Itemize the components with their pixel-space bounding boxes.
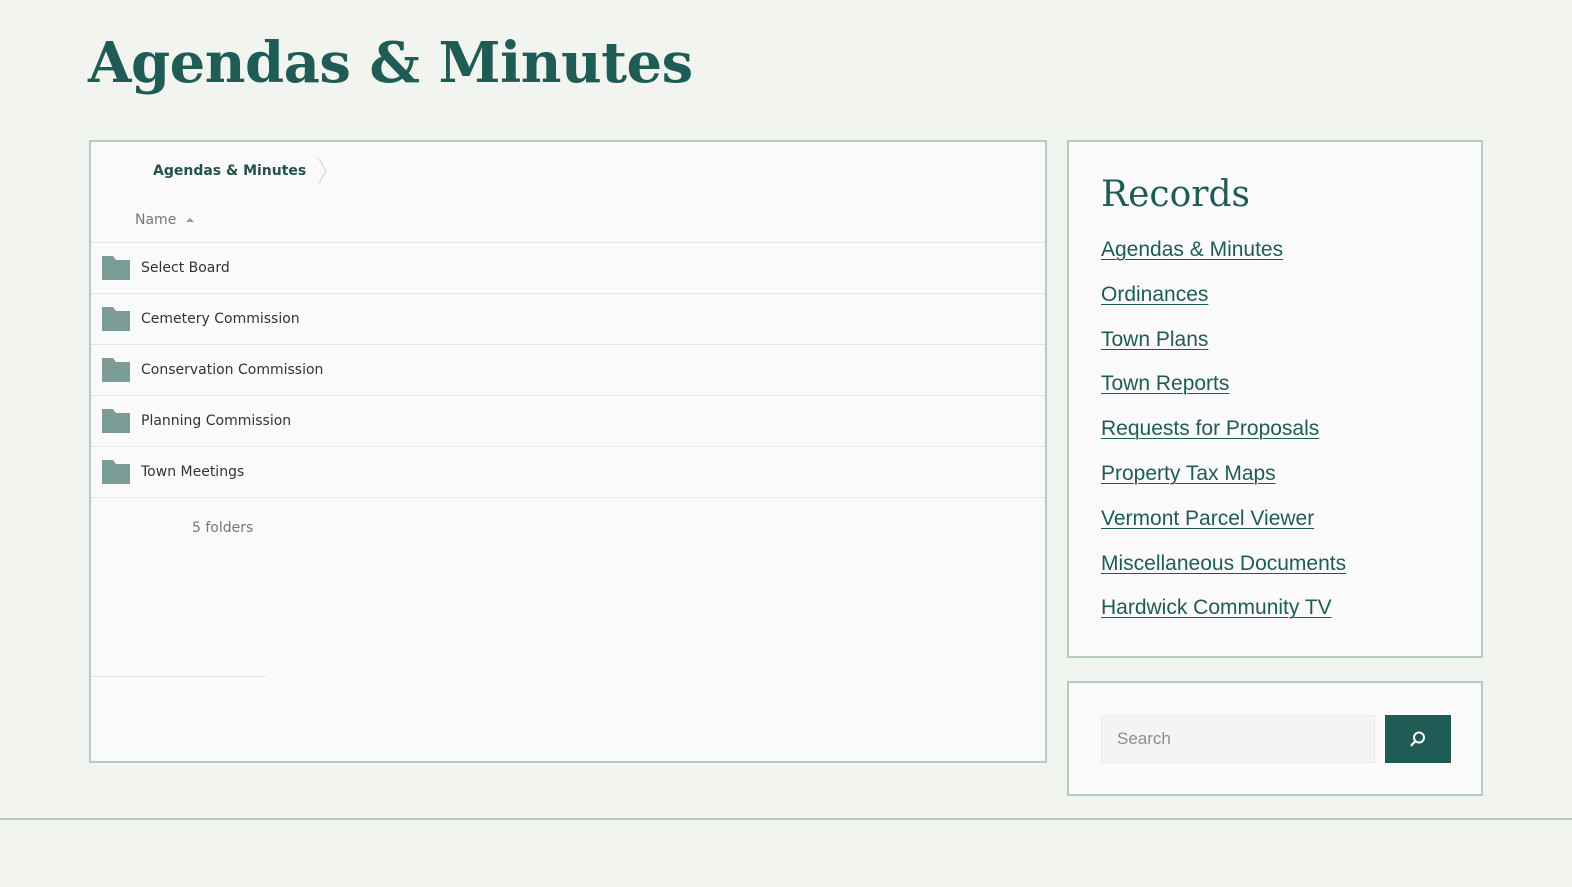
folder-name: Town Meetings xyxy=(141,464,245,480)
folder-count: 5 folders xyxy=(192,520,254,536)
folder-icon xyxy=(102,358,130,382)
folder-row-cemetery-commission[interactable]: Cemetery Commission xyxy=(91,293,1045,344)
records-link-town-reports[interactable]: Town Reports xyxy=(1101,372,1229,395)
records-link-hardwick-community-tv[interactable]: Hardwick Community TV xyxy=(1101,596,1332,619)
folder-name: Select Board xyxy=(141,260,230,276)
folder-row-planning-commission[interactable]: Planning Commission xyxy=(91,395,1045,446)
records-list-item: Town Plans xyxy=(1101,326,1346,371)
divider xyxy=(91,676,266,677)
records-link-vermont-parcel-viewer[interactable]: Vermont Parcel Viewer xyxy=(1101,507,1314,530)
records-list-item: Town Reports xyxy=(1101,370,1346,415)
breadcrumb: Agendas & Minutes xyxy=(153,158,328,184)
footer-divider xyxy=(0,818,1572,820)
folder-icon xyxy=(102,256,130,280)
folder-icon xyxy=(102,409,130,433)
records-link-list: Agendas & Minutes Ordinances Town Plans … xyxy=(1101,236,1346,639)
search-button[interactable] xyxy=(1385,715,1451,763)
column-header-label: Name xyxy=(135,212,177,228)
records-list-item: Requests for Proposals xyxy=(1101,415,1346,460)
search-widget xyxy=(1067,681,1483,796)
folder-name: Planning Commission xyxy=(141,413,292,429)
records-list-item: Hardwick Community TV xyxy=(1101,594,1346,639)
records-list-item: Ordinances xyxy=(1101,281,1346,326)
records-list-item: Vermont Parcel Viewer xyxy=(1101,505,1346,550)
sort-ascending-icon xyxy=(186,218,195,222)
breadcrumb-item-agendas-minutes[interactable]: Agendas & Minutes xyxy=(153,163,306,179)
file-browser: Agendas & Minutes Name Select Board Ceme… xyxy=(89,140,1047,763)
column-header-name[interactable]: Name xyxy=(135,212,195,228)
folder-row-conservation-commission[interactable]: Conservation Commission xyxy=(91,344,1045,395)
records-link-town-plans[interactable]: Town Plans xyxy=(1101,328,1208,351)
records-link-ordinances[interactable]: Ordinances xyxy=(1101,283,1208,306)
folder-row-select-board[interactable]: Select Board xyxy=(91,242,1045,293)
folder-icon xyxy=(102,460,130,484)
folder-list: Select Board Cemetery Commission Conserv… xyxy=(91,242,1045,498)
records-link-requests-for-proposals[interactable]: Requests for Proposals xyxy=(1101,417,1319,440)
folder-row-town-meetings[interactable]: Town Meetings xyxy=(91,446,1045,498)
records-list-item: Agendas & Minutes xyxy=(1101,236,1346,281)
search-icon xyxy=(1410,731,1425,747)
records-list-item: Miscellaneous Documents xyxy=(1101,550,1346,595)
records-title: Records xyxy=(1101,174,1250,215)
records-list-item: Property Tax Maps xyxy=(1101,460,1346,505)
records-widget: Records Agendas & Minutes Ordinances Tow… xyxy=(1067,140,1483,658)
records-link-agendas-minutes[interactable]: Agendas & Minutes xyxy=(1101,238,1283,261)
folder-name: Cemetery Commission xyxy=(141,311,300,327)
search-input[interactable] xyxy=(1101,715,1375,763)
page-title: Agendas & Minutes xyxy=(88,30,693,96)
folder-icon xyxy=(102,307,130,331)
chevron-right-icon xyxy=(318,158,327,184)
records-link-miscellaneous-documents[interactable]: Miscellaneous Documents xyxy=(1101,552,1346,575)
folder-name: Conservation Commission xyxy=(141,362,324,378)
records-link-property-tax-maps[interactable]: Property Tax Maps xyxy=(1101,462,1276,485)
